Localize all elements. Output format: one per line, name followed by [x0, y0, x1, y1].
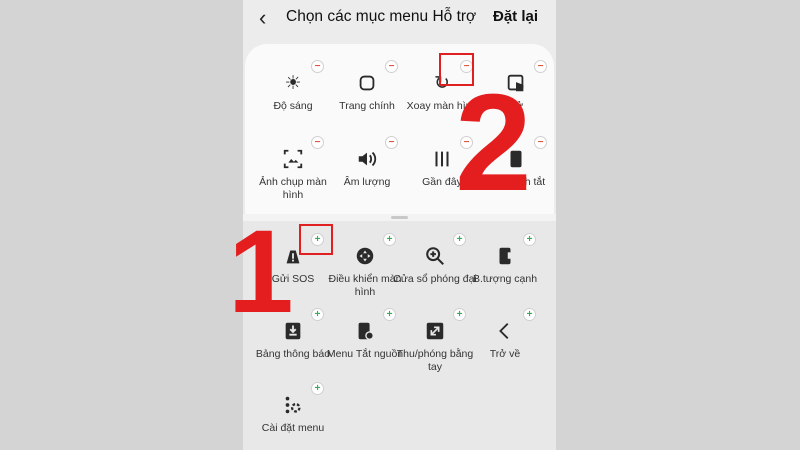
item-label: Cài đặt menu	[261, 422, 325, 434]
active-item-screenshot[interactable]: Ảnh chụp màn hình −	[255, 136, 331, 210]
highlight-box-add	[299, 224, 333, 255]
item-label: Độ sáng	[273, 100, 313, 112]
remove-icon[interactable]: −	[311, 60, 324, 73]
available-item-edge[interactable]: B.tượng cạnh +	[467, 233, 543, 307]
step-number-2: 2	[455, 66, 532, 220]
home-icon	[354, 70, 380, 96]
screen-control-icon	[352, 243, 378, 269]
add-icon[interactable]: +	[383, 233, 396, 246]
page-title: Chọn các mục menu Hỗ trợ	[286, 8, 477, 25]
add-icon[interactable]: +	[453, 308, 466, 321]
active-item-brightness[interactable]: ☀ Độ sáng −	[255, 60, 331, 134]
available-item-zoom-hand[interactable]: Thu/phóng bằng tay +	[397, 308, 473, 382]
magnifier-icon	[422, 243, 448, 269]
item-label: Âm lượng	[343, 176, 391, 188]
back-arrow-icon[interactable]: ‹	[259, 6, 279, 30]
item-label: Trang chính	[339, 100, 395, 112]
brightness-icon: ☀	[284, 72, 302, 94]
recents-icon	[429, 146, 455, 172]
step-number-1: 1	[228, 206, 294, 338]
active-item-volume[interactable]: Âm lượng −	[329, 136, 405, 210]
remove-icon[interactable]: −	[385, 60, 398, 73]
reset-button[interactable]: Đặt lại	[493, 8, 538, 25]
remove-icon[interactable]: −	[534, 136, 547, 149]
available-item-menu-settings[interactable]: Cài đặt menu +	[255, 382, 331, 450]
remove-icon[interactable]: −	[385, 136, 398, 149]
volume-icon	[354, 146, 380, 172]
screenshot-icon	[280, 146, 306, 172]
add-icon[interactable]: +	[523, 308, 536, 321]
item-label: B.tượng cạnh	[472, 273, 538, 285]
edge-icon	[492, 243, 518, 269]
remove-icon[interactable]: −	[311, 136, 324, 149]
available-item-magnifier[interactable]: Cửa sổ phóng đại +	[393, 233, 477, 307]
drag-handle[interactable]	[391, 216, 408, 219]
add-icon[interactable]: +	[453, 233, 466, 246]
available-item-back[interactable]: Trở về +	[467, 308, 543, 382]
add-icon[interactable]: +	[523, 233, 536, 246]
back-icon	[492, 318, 518, 344]
add-icon[interactable]: +	[311, 308, 324, 321]
header: ‹ Chọn các mục menu Hỗ trợ Đặt lại	[243, 0, 556, 40]
item-label: Ảnh chụp màn hình	[259, 176, 327, 201]
menu-settings-icon	[280, 392, 306, 418]
add-icon[interactable]: +	[311, 382, 324, 395]
available-item-power-menu[interactable]: Menu Tắt nguồn +	[327, 308, 403, 382]
power-menu-icon	[352, 318, 378, 344]
remove-icon[interactable]: −	[534, 60, 547, 73]
available-item-screen-control[interactable]: Điều khiển màn hình +	[327, 233, 403, 307]
add-icon[interactable]: +	[383, 308, 396, 321]
item-label: Trở về	[489, 348, 521, 360]
active-item-home[interactable]: Trang chính −	[329, 60, 405, 134]
zoom-hand-icon	[422, 318, 448, 344]
